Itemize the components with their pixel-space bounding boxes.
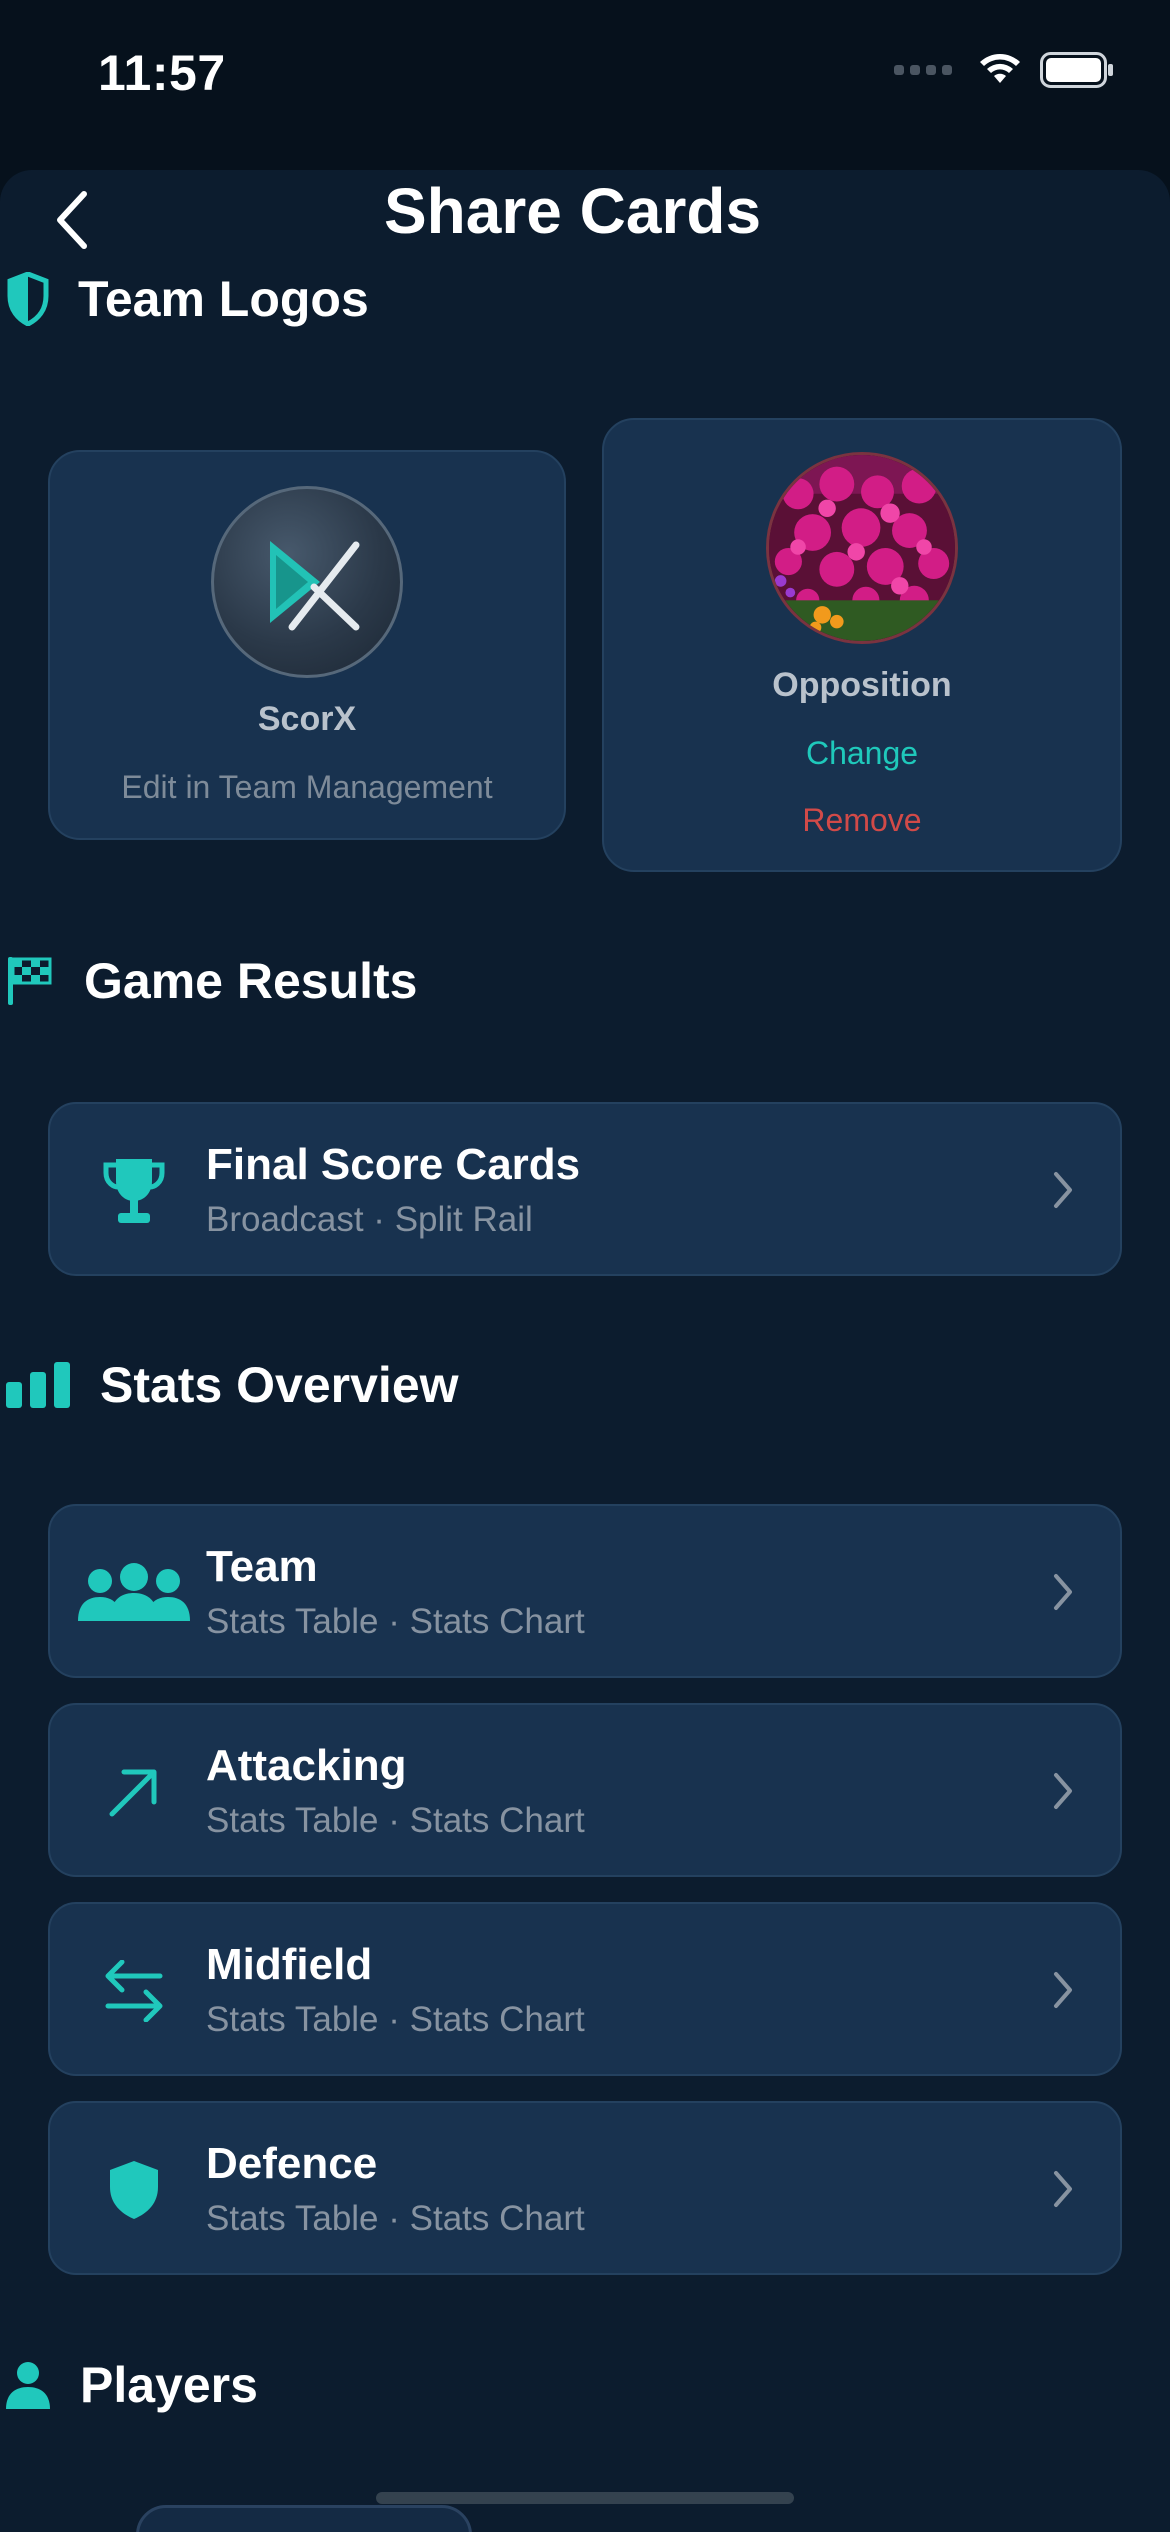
row-subtitle: Stats Table · Stats Chart <box>206 1602 585 1641</box>
remove-logo-button[interactable]: Remove <box>802 802 921 839</box>
scorx-logo <box>211 486 403 678</box>
bar-chart-icon <box>6 1362 70 1408</box>
share-cards-sheet: Share Cards Team Logos ScorX Edit in Tea… <box>0 170 1170 2532</box>
final-score-cards-row[interactable]: Final Score Cards Broadcast · Split Rail <box>48 1102 1122 1276</box>
section-title: Team Logos <box>78 271 369 327</box>
person-icon <box>6 2362 50 2409</box>
change-logo-button[interactable]: Change <box>806 735 918 772</box>
stats-row-attacking[interactable]: Attacking Stats Table · Stats Chart <box>48 1703 1122 1877</box>
row-title: Attacking <box>206 1741 407 1790</box>
row-title: Midfield <box>206 1940 373 1989</box>
edit-in-team-management-text: Edit in Team Management <box>121 769 493 805</box>
shield-half-icon <box>7 272 49 326</box>
section-header-stats-overview: Stats Overview <box>6 1356 459 1414</box>
status-bar: 11:57 <box>0 0 1170 150</box>
wifi-icon <box>980 54 1020 83</box>
people-icon <box>78 1543 190 1643</box>
home-logo-card: ScorX Edit in Team Management <box>48 450 566 840</box>
player-card-peek[interactable] <box>136 2505 472 2532</box>
stats-row-team[interactable]: Team Stats Table · Stats Chart <box>48 1504 1122 1678</box>
home-indicator[interactable] <box>376 2492 794 2504</box>
chevron-right-icon <box>1054 1972 1072 2008</box>
section-header-game-results: Game Results <box>6 952 417 1010</box>
section-title: Stats Overview <box>100 1357 459 1413</box>
trophy-icon <box>78 1141 190 1241</box>
stats-row-defence[interactable]: Defence Stats Table · Stats Chart <box>48 2101 1122 2275</box>
opposition-logo-image[interactable] <box>766 452 958 644</box>
battery-icon <box>1040 52 1113 88</box>
section-title: Players <box>80 2357 258 2413</box>
checkered-flag-icon <box>8 957 52 1005</box>
section-title: Game Results <box>84 953 418 1009</box>
chevron-right-icon <box>1054 1773 1072 1809</box>
chevron-right-icon <box>1054 1172 1072 1208</box>
section-header-team-logos: Team Logos <box>6 270 369 328</box>
page-title: Share Cards <box>383 175 762 247</box>
row-subtitle: Stats Table · Stats Chart <box>206 1801 585 1840</box>
arrow-up-right-icon <box>78 1742 190 1842</box>
signal-icon <box>894 65 952 75</box>
chevron-right-icon <box>1054 1574 1072 1610</box>
row-title: Final Score Cards <box>206 1140 581 1189</box>
opposition-team-name: Opposition <box>772 666 952 704</box>
row-title: Defence <box>206 2139 378 2188</box>
chevron-right-icon <box>1054 2171 1072 2207</box>
scorx-logo-mark <box>270 541 360 631</box>
section-header-players: Players <box>6 2356 258 2414</box>
row-title: Team <box>206 1542 318 1591</box>
row-subtitle: Broadcast · Split Rail <box>206 1200 533 1239</box>
status-time: 11:57 <box>98 45 226 101</box>
stats-row-midfield[interactable]: Midfield Stats Table · Stats Chart <box>48 1902 1122 2076</box>
arrows-left-right-icon <box>78 1941 190 2041</box>
opposition-logo-card: Opposition Change Remove <box>602 418 1122 872</box>
row-subtitle: Stats Table · Stats Chart <box>206 2199 585 2238</box>
shield-icon <box>78 2140 190 2240</box>
flowers-photo <box>769 455 955 641</box>
home-team-name: ScorX <box>257 700 357 738</box>
status-icons <box>894 52 1114 88</box>
row-subtitle: Stats Table · Stats Chart <box>206 2000 585 2039</box>
